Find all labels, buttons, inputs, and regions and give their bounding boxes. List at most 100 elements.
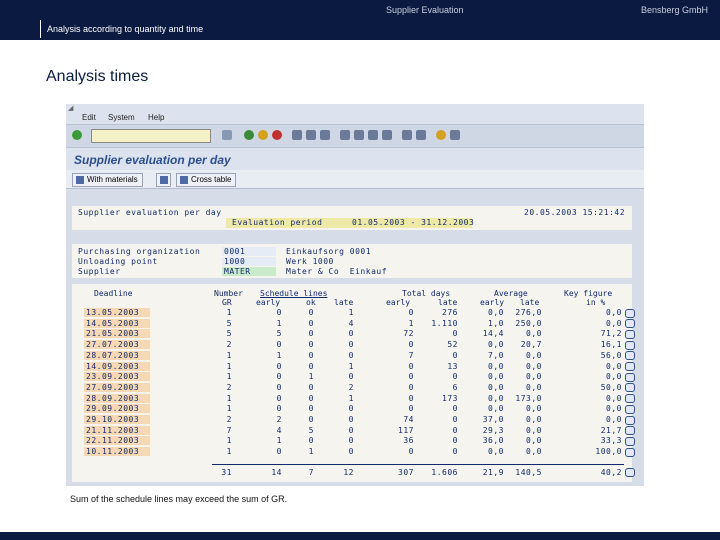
total-td-early: 307 <box>398 467 414 477</box>
detail-icon[interactable] <box>625 447 635 457</box>
new-session-icon[interactable] <box>402 130 412 140</box>
cell-late: 0 <box>348 372 354 382</box>
cross-table-button[interactable]: Cross table <box>176 173 237 187</box>
unloading-point-code: 1000 <box>224 257 246 266</box>
exit-icon[interactable] <box>258 130 268 140</box>
detail-icon[interactable] <box>625 308 635 318</box>
cell-kf: 71,2 <box>600 329 622 339</box>
menu-system[interactable]: System <box>108 113 135 122</box>
evaluation-period-value: 01.05.2003 - 31.12.2003 <box>352 218 475 227</box>
cell-av-late: 276,0 <box>515 308 542 317</box>
cell-av-late: 20,7 <box>520 340 542 350</box>
cancel-icon[interactable] <box>272 130 282 140</box>
cell-early: 0 <box>276 382 282 392</box>
cell-early: 0 <box>276 361 282 371</box>
cell-kf: 0,0 <box>606 404 622 414</box>
cell-early: 4 <box>276 425 282 435</box>
unloading-point-label: Unloading point <box>78 257 158 266</box>
menu-help[interactable]: Help <box>148 113 164 122</box>
cell-td-late: 0 <box>452 329 458 339</box>
find-next-icon[interactable] <box>320 130 330 140</box>
cell-td-late: 6 <box>452 382 458 392</box>
deadline-cell: 28.09.2003 <box>86 393 140 403</box>
detail-icon[interactable] <box>625 436 635 446</box>
detail-icon[interactable] <box>625 426 635 436</box>
cell-early: 0 <box>276 372 282 382</box>
supplier-label: Supplier <box>78 267 121 276</box>
cell-td-early: 74 <box>403 415 414 424</box>
layout-icon[interactable] <box>450 130 460 140</box>
cell-td-early: 36 <box>403 436 414 446</box>
print-icon[interactable] <box>292 130 302 140</box>
detail-icon[interactable] <box>625 319 635 329</box>
detail-icon[interactable] <box>625 394 635 404</box>
page-title: Analysis times <box>46 68 149 85</box>
cell-td-late: 0 <box>452 372 458 382</box>
cell-early: 2 <box>276 415 282 424</box>
cell-av-late: 0,0 <box>526 329 542 339</box>
command-field[interactable] <box>91 129 211 143</box>
save-icon[interactable] <box>222 130 232 140</box>
cell-td-early: 0 <box>408 308 414 317</box>
totals-detail-icon[interactable] <box>625 468 635 478</box>
col-number: Number <box>214 289 243 298</box>
last-page-icon[interactable] <box>382 130 392 140</box>
back-icon[interactable] <box>244 130 254 140</box>
deadline-cell: 14.09.2003 <box>86 361 140 371</box>
print-list-icon <box>160 176 168 184</box>
menu-edit[interactable]: Edit <box>82 113 96 122</box>
cell-td-early: 117 <box>398 425 414 435</box>
cell-av-early: 29,3 <box>482 425 504 435</box>
deadline-cell: 21.05.2003 <box>86 329 140 339</box>
detail-icon[interactable] <box>625 362 635 371</box>
detail-icon[interactable] <box>625 383 635 393</box>
first-page-icon[interactable] <box>340 130 350 140</box>
cell-gr: 1 <box>226 447 232 457</box>
detail-icon[interactable] <box>625 329 635 339</box>
cell-av-late: 0,0 <box>526 361 542 371</box>
results-table: Deadline Number GR Schedule lines early … <box>72 284 635 482</box>
help-icon[interactable] <box>436 130 446 140</box>
detail-icon[interactable] <box>625 372 635 382</box>
cell-gr: 1 <box>226 436 232 446</box>
cell-av-early: 0,0 <box>488 361 504 371</box>
detail-icon[interactable] <box>625 351 635 361</box>
cell-av-early: 0,0 <box>488 404 504 414</box>
with-materials-button[interactable]: With materials <box>72 173 143 187</box>
cell-late: 0 <box>348 447 354 457</box>
selection-box: Purchasing organization 0001 Einkaufsorg… <box>72 244 632 278</box>
cell-kf: 50,0 <box>600 382 622 392</box>
presentation-title: Supplier Evaluation <box>386 5 464 15</box>
enter-icon[interactable] <box>72 130 82 140</box>
footnote: Sum of the schedule lines may exceed the… <box>70 494 288 504</box>
cell-ok: 1 <box>308 372 314 382</box>
previous-page-icon[interactable] <box>354 130 364 140</box>
cell-gr: 2 <box>226 340 232 350</box>
sap-menubar: ◢ Edit System Help <box>66 104 644 124</box>
total-late: 12 <box>343 467 354 477</box>
cell-gr: 5 <box>226 329 232 339</box>
print-list-button[interactable] <box>156 173 171 187</box>
cell-av-early: 1,0 <box>488 318 504 328</box>
cell-av-late: 0,0 <box>526 447 542 457</box>
find-icon[interactable] <box>306 130 316 140</box>
cell-early: 0 <box>276 308 282 317</box>
cell-gr: 2 <box>226 415 232 424</box>
unloading-point-text: Werk 1000 <box>286 257 334 266</box>
cell-av-early: 0,0 <box>488 393 504 403</box>
cell-kf: 16,1 <box>600 340 622 350</box>
cell-gr: 1 <box>226 404 232 414</box>
cell-av-early: 0,0 <box>488 372 504 382</box>
sap-screen-title: Supplier evaluation per day <box>66 148 644 170</box>
cell-td-early: 0 <box>408 372 414 382</box>
detail-icon[interactable] <box>625 340 635 350</box>
detail-icon[interactable] <box>625 404 635 414</box>
cell-late: 0 <box>348 404 354 414</box>
application-toolbar: With materials Cross table <box>66 170 644 189</box>
cell-late: 0 <box>348 350 354 360</box>
shortcut-icon[interactable] <box>416 130 426 140</box>
cell-td-early: 0 <box>408 393 414 403</box>
next-page-icon[interactable] <box>368 130 378 140</box>
detail-icon[interactable] <box>625 415 635 425</box>
cell-av-late: 0,0 <box>526 404 542 414</box>
